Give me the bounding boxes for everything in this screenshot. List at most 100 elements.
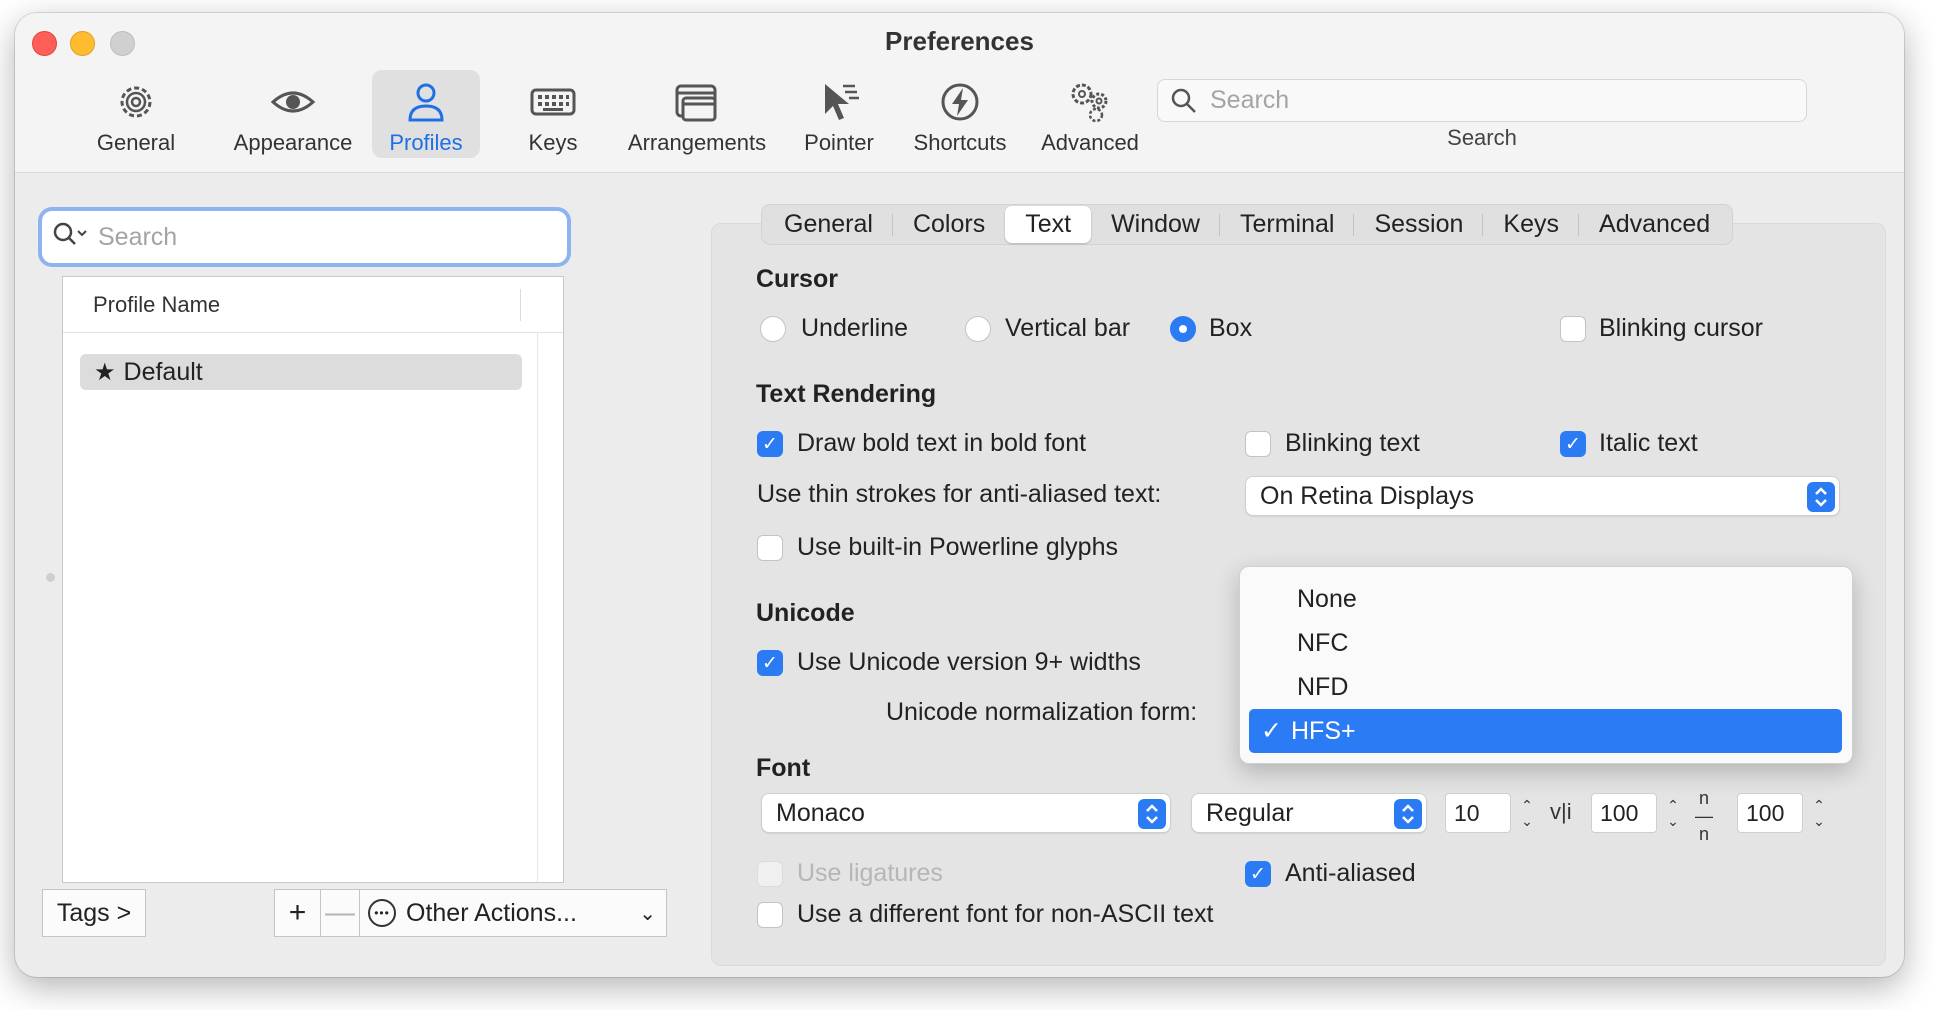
- search-icon: [1171, 88, 1196, 113]
- unicode-section-title: Unicode: [756, 599, 855, 627]
- thin-strokes-popup[interactable]: On Retina Displays: [1245, 476, 1840, 516]
- tab-terminal[interactable]: Terminal: [1220, 206, 1355, 243]
- non-ascii-font-checkbox[interactable]: [757, 902, 783, 928]
- profile-name-column-header[interactable]: Profile Name: [63, 277, 563, 333]
- toolbar-profiles[interactable]: Profiles: [372, 70, 480, 158]
- unicode-widths-label: Use Unicode version 9+ widths: [797, 648, 1141, 676]
- thin-strokes-label: Use thin strokes for anti-aliased text:: [757, 480, 1162, 508]
- toolbar-pointer[interactable]: Pointer: [791, 70, 887, 158]
- cursor-box-radio[interactable]: [1170, 316, 1196, 342]
- toolbar-profiles-label: Profiles: [389, 130, 463, 155]
- font-section-title: Font: [756, 754, 811, 782]
- up-down-arrows-icon: [1394, 799, 1422, 829]
- profile-row-default[interactable]: ★ Default: [80, 354, 522, 390]
- blinking-text-checkbox[interactable]: [1245, 431, 1271, 457]
- tags-button[interactable]: Tags >: [42, 889, 146, 937]
- unicode-widths-checkbox[interactable]: ✓: [757, 650, 783, 676]
- tab-session[interactable]: Session: [1354, 206, 1484, 243]
- toolbar-general[interactable]: General: [83, 70, 189, 158]
- toolbar-pointer-label: Pointer: [804, 130, 874, 155]
- toolbar-arrangements-label: Arrangements: [627, 130, 767, 155]
- cursor-underline-radio[interactable]: [760, 316, 786, 342]
- gear-icon: [120, 86, 152, 118]
- profile-search-input[interactable]: [98, 222, 565, 252]
- chevron-down-icon: ⌄: [1667, 813, 1679, 829]
- up-down-arrows-icon: [1138, 799, 1166, 829]
- eye-icon: [270, 91, 316, 113]
- toolbar-keys-label: Keys: [528, 130, 578, 155]
- toolbar-keys[interactable]: Keys: [503, 70, 603, 158]
- cursor-underline-label: Underline: [801, 314, 909, 342]
- tab-advanced[interactable]: Advanced: [1579, 206, 1730, 243]
- toolbar-search[interactable]: [1157, 79, 1807, 122]
- tab-text-label: Text: [1025, 210, 1072, 238]
- font-size-field[interactable]: 10: [1445, 793, 1511, 833]
- list-scroll-divider: [537, 333, 538, 882]
- split-view-handle[interactable]: [46, 573, 55, 582]
- menu-item-nfd-label: NFD: [1297, 672, 1349, 701]
- chevron-down-icon: ⌄: [1813, 813, 1825, 829]
- cursor-vertical-bar-radio[interactable]: [965, 316, 991, 342]
- gears-icon: [1071, 83, 1108, 123]
- toolbar-search-input[interactable]: [1210, 86, 1806, 115]
- bold-font-label: Draw bold text in bold font: [797, 429, 1087, 457]
- font-size-stepper[interactable]: ⌃ ⌄: [1515, 793, 1539, 833]
- menu-item-none[interactable]: None: [1249, 577, 1842, 621]
- font-style-popup[interactable]: Regular: [1191, 793, 1427, 833]
- italic-text-checkbox[interactable]: ✓: [1560, 431, 1586, 457]
- font-family-popup[interactable]: Monaco: [761, 793, 1171, 833]
- chevron-up-icon: ⌃: [1813, 797, 1825, 813]
- tab-keys-label: Keys: [1503, 210, 1560, 238]
- menu-item-nfc[interactable]: NFC: [1249, 621, 1842, 665]
- tab-text[interactable]: Text: [1005, 206, 1092, 243]
- chevron-down-icon: ⌄: [1521, 813, 1533, 829]
- vertical-spacing-field[interactable]: 100: [1737, 793, 1803, 833]
- windows-icon: [675, 84, 717, 122]
- add-profile-button[interactable]: +: [274, 889, 321, 937]
- menu-item-hfs-plus[interactable]: ✓ HFS+: [1249, 709, 1842, 753]
- toolbar-general-label: General: [96, 130, 176, 155]
- pointer-icon: [825, 84, 859, 120]
- anti-aliased-checkbox[interactable]: ✓: [1245, 861, 1271, 887]
- toolbar-shortcuts[interactable]: Shortcuts: [895, 70, 1025, 158]
- cursor-box-label: Box: [1209, 314, 1253, 342]
- anti-aliased-label: Anti-aliased: [1285, 859, 1416, 887]
- non-ascii-font-label: Use a different font for non-ASCII text: [797, 900, 1214, 928]
- tab-window[interactable]: Window: [1091, 206, 1220, 243]
- menu-item-nfd[interactable]: NFD: [1249, 665, 1842, 709]
- italic-text-label: Italic text: [1599, 429, 1698, 457]
- search-menu-icon[interactable]: [52, 221, 88, 253]
- vertical-spacing-stepper[interactable]: ⌃ ⌄: [1807, 793, 1831, 833]
- profile-tabs: General Colors Text Window Terminal Sess…: [761, 204, 1734, 245]
- tab-keys[interactable]: Keys: [1483, 206, 1580, 243]
- thin-strokes-value: On Retina Displays: [1260, 481, 1474, 510]
- toolbar-advanced-label: Advanced: [1041, 130, 1139, 155]
- menu-item-none-label: None: [1297, 584, 1357, 613]
- toolbar-advanced[interactable]: Advanced: [1027, 70, 1153, 158]
- column-separator: [520, 289, 521, 321]
- toolbar-arrangements[interactable]: Arrangements: [611, 70, 783, 158]
- toolbar-appearance[interactable]: Appearance: [223, 70, 363, 158]
- other-actions-button[interactable]: ••• Other Actions... ⌄: [359, 889, 667, 937]
- tab-general[interactable]: General: [764, 206, 893, 243]
- star-icon: ★: [94, 358, 116, 386]
- vertical-spacing-icon: n — n: [1695, 788, 1713, 844]
- horizontal-spacing-field[interactable]: 100: [1591, 793, 1657, 833]
- horizontal-spacing-stepper[interactable]: ⌃ ⌄: [1661, 793, 1685, 833]
- font-family-value: Monaco: [776, 798, 865, 827]
- blinking-cursor-label: Blinking cursor: [1599, 314, 1763, 342]
- vertical-spacing-value: 100: [1746, 799, 1785, 826]
- bold-font-checkbox[interactable]: ✓: [757, 431, 783, 457]
- remove-profile-button[interactable]: —: [320, 889, 360, 937]
- up-down-arrows-icon: [1807, 482, 1835, 512]
- tab-colors-label: Colors: [912, 210, 986, 238]
- tab-terminal-label: Terminal: [1239, 210, 1335, 238]
- text-rendering-section-title: Text Rendering: [756, 380, 937, 408]
- blinking-cursor-checkbox[interactable]: [1560, 316, 1586, 342]
- powerline-glyphs-checkbox[interactable]: [757, 535, 783, 561]
- tab-colors[interactable]: Colors: [893, 206, 1005, 243]
- ligatures-label: Use ligatures: [797, 859, 943, 887]
- profile-search[interactable]: [42, 211, 567, 263]
- keyboard-icon: [530, 88, 576, 116]
- font-size-value: 10: [1454, 799, 1480, 826]
